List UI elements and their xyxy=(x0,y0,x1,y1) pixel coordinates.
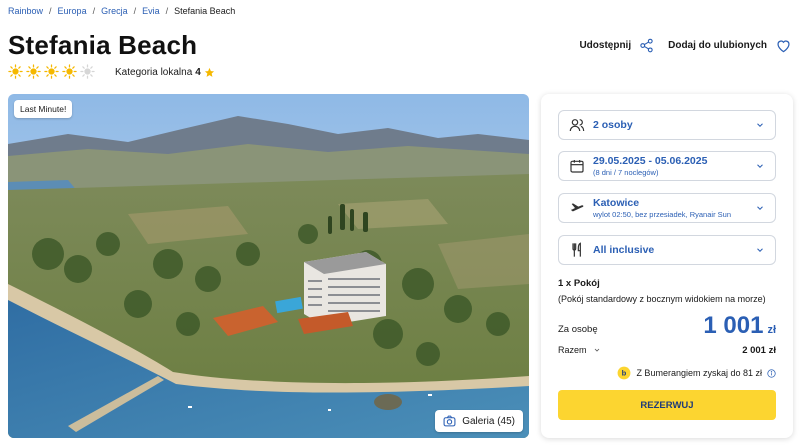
room-type: (Pokój standardowy z bocznym widokiem na… xyxy=(558,294,766,304)
dates-value: 29.05.2025 - 05.06.2025 xyxy=(593,155,708,167)
breadcrumb-separator: / xyxy=(133,6,137,16)
flight-details: wylot 02:50, bez przesiadek, Ryanair Sun xyxy=(593,210,731,219)
chevron-down-icon xyxy=(757,206,763,210)
info-icon[interactable] xyxy=(767,368,776,378)
total-toggle[interactable]: Razem xyxy=(558,345,601,355)
departure-city: Katowice xyxy=(593,197,640,209)
sun-icon xyxy=(26,64,41,79)
price-currency: zł xyxy=(767,324,776,336)
sun-icon xyxy=(44,64,59,79)
plane-icon xyxy=(569,200,585,216)
chevron-down-icon xyxy=(757,123,763,127)
sun-icon xyxy=(62,64,77,79)
share-button[interactable]: Udostępnij xyxy=(579,38,654,53)
chevron-down-icon xyxy=(757,164,763,168)
local-category: Kategoria lokalna 4 xyxy=(115,67,215,78)
star-icon xyxy=(204,67,214,77)
boomerang-bonus: b Z Bumerangiem zyskaj do 81 zł xyxy=(617,366,776,380)
gallery-label: Galeria (45) xyxy=(462,415,515,427)
price-per-person: 1 001 zł xyxy=(703,312,776,340)
share-icon xyxy=(640,38,653,53)
chevron-down-icon xyxy=(757,248,763,252)
per-person-label: Za osobę xyxy=(558,324,598,335)
boomerang-icon: b xyxy=(618,366,631,380)
breadcrumb-europa[interactable]: Europa xyxy=(58,6,87,16)
board-value: All inclusive xyxy=(593,244,655,256)
sun-icon xyxy=(80,64,95,79)
category-value: 4 xyxy=(195,67,201,78)
guests-value: 2 osoby xyxy=(593,119,633,131)
chevron-down-icon xyxy=(594,348,599,352)
breadcrumb-grecja[interactable]: Grecja xyxy=(101,6,128,16)
breadcrumb-separator: / xyxy=(165,6,169,16)
price-value: 1 001 xyxy=(703,312,764,339)
hotel-photo[interactable]: Last Minute! Galeria (45) xyxy=(8,94,529,438)
guests-select[interactable]: 2 osoby xyxy=(558,110,776,140)
breadcrumb-separator: / xyxy=(49,6,52,16)
svg-text:b: b xyxy=(622,369,627,378)
share-label: Udostępnij xyxy=(579,40,632,51)
departure-select[interactable]: Katowice wylot 02:50, bez przesiadek, Ry… xyxy=(558,193,776,223)
user-icon xyxy=(569,117,585,133)
calendar-icon xyxy=(569,158,585,174)
dates-select[interactable]: 29.05.2025 - 05.06.2025 (8 dni / 7 nocle… xyxy=(558,151,776,181)
breadcrumb-evia[interactable]: Evia xyxy=(142,6,160,16)
total-label: Razem xyxy=(558,345,587,355)
page-title: Stefania Beach xyxy=(8,30,198,60)
sun-rating xyxy=(8,64,98,79)
dates-duration: (8 dni / 7 noclegów) xyxy=(593,168,659,177)
category-label: Kategoria lokalna xyxy=(115,67,193,78)
breadcrumb-current: Stefania Beach xyxy=(174,6,236,16)
breadcrumb-separator: / xyxy=(92,6,96,16)
top-actions: Udostępnij Dodaj do ulubionych xyxy=(579,38,792,53)
room-count: 1 x Pokój xyxy=(558,278,600,289)
cutlery-icon xyxy=(569,242,585,258)
add-to-favorites-button[interactable]: Dodaj do ulubionych xyxy=(668,38,792,53)
board-select[interactable]: All inclusive xyxy=(558,235,776,265)
camera-icon xyxy=(443,415,456,427)
sun-icon xyxy=(8,64,23,79)
total-value: 2 001 zł xyxy=(742,345,776,356)
hotel-aerial-image xyxy=(8,94,529,438)
breadcrumb: Rainbow / Europa / Grecja / Evia / Stefa… xyxy=(8,6,235,16)
favorite-label: Dodaj do ulubionych xyxy=(668,40,767,51)
breadcrumb-rainbow[interactable]: Rainbow xyxy=(8,6,43,16)
heart-icon xyxy=(777,40,790,53)
bonus-text: Z Bumerangiem zyskaj do 81 zł xyxy=(636,368,762,378)
gallery-button[interactable]: Galeria (45) xyxy=(435,410,523,432)
last-minute-badge: Last Minute! xyxy=(14,100,73,118)
booking-panel: 2 osoby 29.05.2025 - 05.06.2025 (8 dni /… xyxy=(541,94,793,438)
reserve-button[interactable]: REZERWUJ xyxy=(558,390,776,420)
